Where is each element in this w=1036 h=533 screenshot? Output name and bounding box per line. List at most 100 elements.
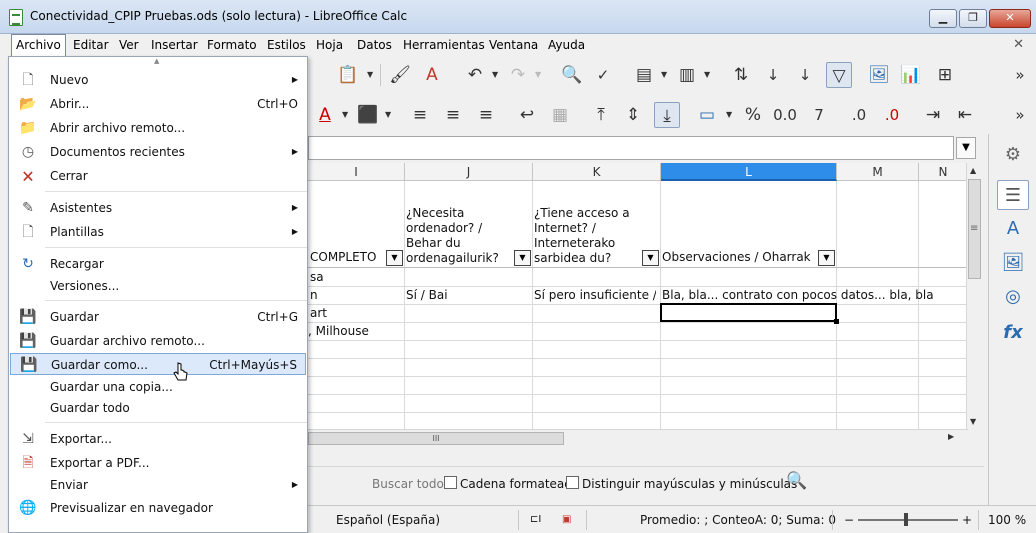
toolbar-overflow-icon[interactable]: » [1007,62,1033,88]
horizontal-scroll-thumb[interactable]: III [308,432,564,445]
scroll-down-icon[interactable]: ▼ [970,417,976,426]
scroll-up-icon[interactable]: ▲ [970,166,976,175]
align-bottom-icon[interactable]: ⤓ [654,102,680,128]
sidebar-styles-icon[interactable]: A [997,214,1029,244]
scroll-right-icon[interactable]: ▶ [948,432,954,441]
menu-estilos[interactable]: Estilos [264,37,309,53]
sort-icon[interactable]: ⇅ [728,62,754,88]
zoom-out-button[interactable]: − [844,512,854,528]
sidebar-settings-icon[interactable]: ⚙ [997,140,1029,170]
row-icon[interactable]: ▤ [631,62,657,88]
menu-item-nuevo[interactable]: 🗋 Nuevo ▶ [10,69,306,91]
match-case-checkbox[interactable] [566,476,579,489]
menu-item-abrir[interactable]: 📂 Abrir... Ctrl+O [10,93,306,115]
zoom-slider[interactable] [858,519,958,521]
menu-hoja[interactable]: Hoja [313,37,346,53]
cell-i-row2[interactable]: n [310,288,402,303]
pivot-table-icon[interactable]: ⊞ [932,62,958,88]
row-dropdown-icon[interactable]: ▼ [661,62,667,88]
selection-mode-icon[interactable]: ⊏I [530,512,541,528]
currency-format-icon[interactable]: ▭ [694,102,720,128]
menu-item-cerrar[interactable]: 🗙 Cerrar [10,165,306,187]
menu-ventana[interactable]: Ventana [486,37,541,53]
menu-item-versiones[interactable]: Versiones... [10,275,306,297]
menu-datos[interactable]: Datos [354,37,395,53]
maximize-button[interactable]: ❐ [959,9,987,28]
formatted-string-checkbox[interactable] [444,476,457,489]
minimize-button[interactable]: ▁ [929,9,957,28]
search-all-button[interactable]: Buscar todo [372,476,444,492]
column-icon[interactable]: ▥ [674,62,700,88]
increase-indent-icon[interactable]: ⇥ [920,102,946,128]
zoom-level[interactable]: 100 % [988,512,1026,528]
redo-dropdown-icon[interactable]: ▼ [535,62,541,88]
find-replace-icon[interactable]: 🔍 [559,62,585,88]
menu-item-enviar[interactable]: Enviar ▶ [10,474,306,496]
menu-scroll-up-icon[interactable]: ▲ [154,57,159,65]
find-replace-icon[interactable]: 🔍 [786,473,807,490]
spelling-icon[interactable]: ✓ [590,62,616,88]
spreadsheet-grid[interactable]: I J K L M N COMPLETO ▼ ¿Necesita ordenad… [308,163,968,429]
center-vertically-icon[interactable]: ⇕ [620,102,646,128]
menu-item-exportar[interactable]: ⇲ Exportar... [10,428,306,450]
menu-formato[interactable]: Formato [204,37,260,53]
language-status[interactable]: Español (España) [336,512,440,528]
column-header-m[interactable]: M [837,163,919,181]
menu-item-exportar-pdf[interactable]: 🗎 Exportar a PDF... [10,452,306,474]
menu-item-asistentes[interactable]: ✎ Asistentes ▶ [10,197,306,219]
menu-ayuda[interactable]: Ayuda [545,37,588,53]
redo-icon[interactable]: ↷ [505,62,531,88]
paste-dropdown-icon[interactable]: ▼ [367,62,373,88]
menu-item-plantillas[interactable]: 🗋 Plantillas ▶ [10,221,306,243]
sort-ascending-icon[interactable]: ↓ [760,62,786,88]
expand-formula-icon[interactable]: ▼ [956,137,976,159]
column-header-i[interactable]: I [308,163,405,181]
add-decimal-icon[interactable]: .0 [846,102,872,128]
wrap-text-icon[interactable]: ↩ [514,102,540,128]
highlight-color-icon[interactable]: ⬛ [355,102,381,128]
undo-dropdown-icon[interactable]: ▼ [492,62,498,88]
formatted-string-label[interactable]: Cadena formateada [460,476,579,492]
clear-formatting-icon[interactable]: A [419,62,445,88]
menu-insertar[interactable]: Insertar [148,37,201,53]
menu-item-guardar-copia[interactable]: Guardar una copia... [10,376,306,398]
font-color-dropdown-icon[interactable]: ▼ [342,102,348,128]
align-center-icon[interactable]: ≡ [440,102,466,128]
column-header-j[interactable]: J [405,163,533,181]
formula-input[interactable] [308,136,954,160]
menu-ver[interactable]: Ver [116,37,142,53]
column-header-n[interactable]: N [919,163,968,181]
number-format-icon[interactable]: 0.0 [772,102,798,128]
percent-format-icon[interactable]: % [740,102,766,128]
menu-item-guardar-remoto[interactable]: 💾 Guardar archivo remoto... [10,330,306,352]
highlight-dropdown-icon[interactable]: ▼ [385,102,391,128]
menu-item-guardar-todo[interactable]: Guardar todo [10,397,306,419]
menu-item-abrir-remoto[interactable]: 📁 Abrir archivo remoto... [10,117,306,139]
sidebar-functions-icon[interactable]: fx [997,318,1029,348]
cell-l-row2[interactable]: Bla, bla... contrato con pocos datos... … [662,288,968,303]
active-cell-cursor[interactable] [660,303,839,324]
menu-editar[interactable]: Editar [70,37,112,53]
zoom-slider-thumb[interactable] [904,513,908,526]
zoom-in-button[interactable]: + [962,512,972,528]
align-left-icon[interactable]: ≡ [407,102,433,128]
clone-formatting-icon[interactable]: 🖌 [387,62,413,88]
menu-item-recientes[interactable]: ◷ Documentos recientes ▶ [10,141,306,163]
sidebar-gallery-icon[interactable]: 🖼 [997,248,1029,278]
autofilter-button-l[interactable]: ▼ [818,250,835,266]
menu-archivo[interactable]: Archivo [11,34,66,56]
cell-i-row3[interactable]: art [310,306,402,321]
delete-decimal-icon[interactable]: .0 [879,102,905,128]
column-header-k[interactable]: K [533,163,661,181]
insert-chart-icon[interactable]: 📊 [898,62,924,88]
autofilter-button-k[interactable]: ▼ [642,250,659,266]
undo-icon[interactable]: ↶ [462,62,488,88]
autofilter-button-i[interactable]: ▼ [386,250,403,266]
close-window-button[interactable]: ✕ [989,9,1031,28]
cell-i-row4[interactable]: , Milhouse [308,324,402,339]
cell-j-row2[interactable]: Sí / Bai [406,288,530,303]
insert-image-icon[interactable]: 🖼 [866,62,892,88]
autofilter-icon[interactable]: ▽ [826,62,852,88]
merge-cells-icon[interactable]: ▦ [547,102,573,128]
menu-item-guardar[interactable]: 💾 Guardar Ctrl+G [10,306,306,328]
